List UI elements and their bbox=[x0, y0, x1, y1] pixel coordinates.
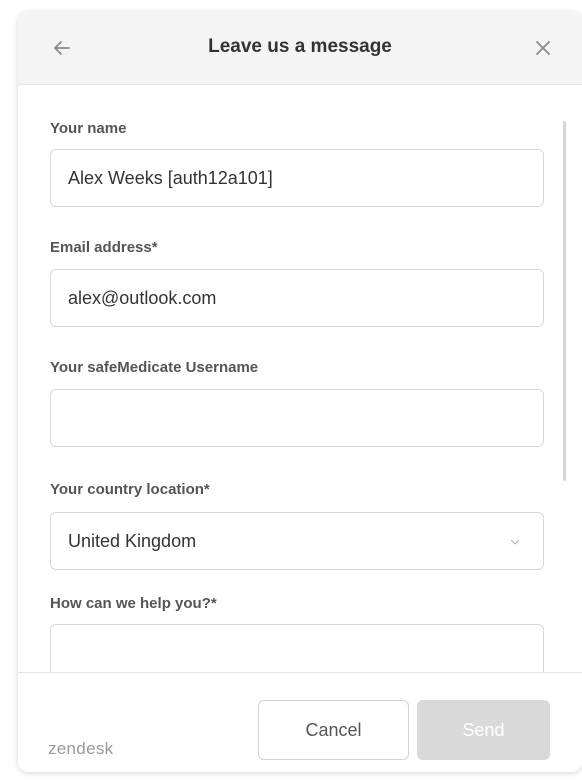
send-button[interactable]: Send bbox=[417, 700, 550, 760]
help-label: How can we help you?* bbox=[50, 595, 217, 612]
widget-title: Leave us a message bbox=[208, 36, 392, 57]
cancel-button[interactable]: Cancel bbox=[258, 700, 409, 760]
message-widget: Leave us a message Your name Email addre… bbox=[18, 12, 582, 772]
country-label: Your country location* bbox=[50, 481, 210, 498]
email-input[interactable] bbox=[50, 269, 544, 327]
country-select[interactable]: United Kingdom bbox=[50, 512, 544, 570]
username-label: Your safeMedicate Username bbox=[50, 359, 259, 376]
widget-header: Leave us a message bbox=[18, 12, 582, 85]
form-scrollbar[interactable] bbox=[563, 121, 566, 481]
close-icon[interactable] bbox=[532, 37, 554, 59]
name-label: Your name bbox=[50, 120, 127, 137]
chevron-down-icon bbox=[510, 539, 520, 545]
username-input[interactable] bbox=[50, 389, 544, 447]
country-select-value: United Kingdom bbox=[68, 530, 197, 551]
email-label: Email address* bbox=[50, 239, 158, 256]
help-textarea[interactable] bbox=[50, 624, 544, 672]
message-form: Your name Email address* Your safeMedica… bbox=[18, 85, 582, 672]
widget-footer: zendesk Cancel Send bbox=[18, 672, 582, 772]
zendesk-logo[interactable]: zendesk bbox=[48, 739, 113, 759]
name-input[interactable] bbox=[50, 149, 544, 207]
